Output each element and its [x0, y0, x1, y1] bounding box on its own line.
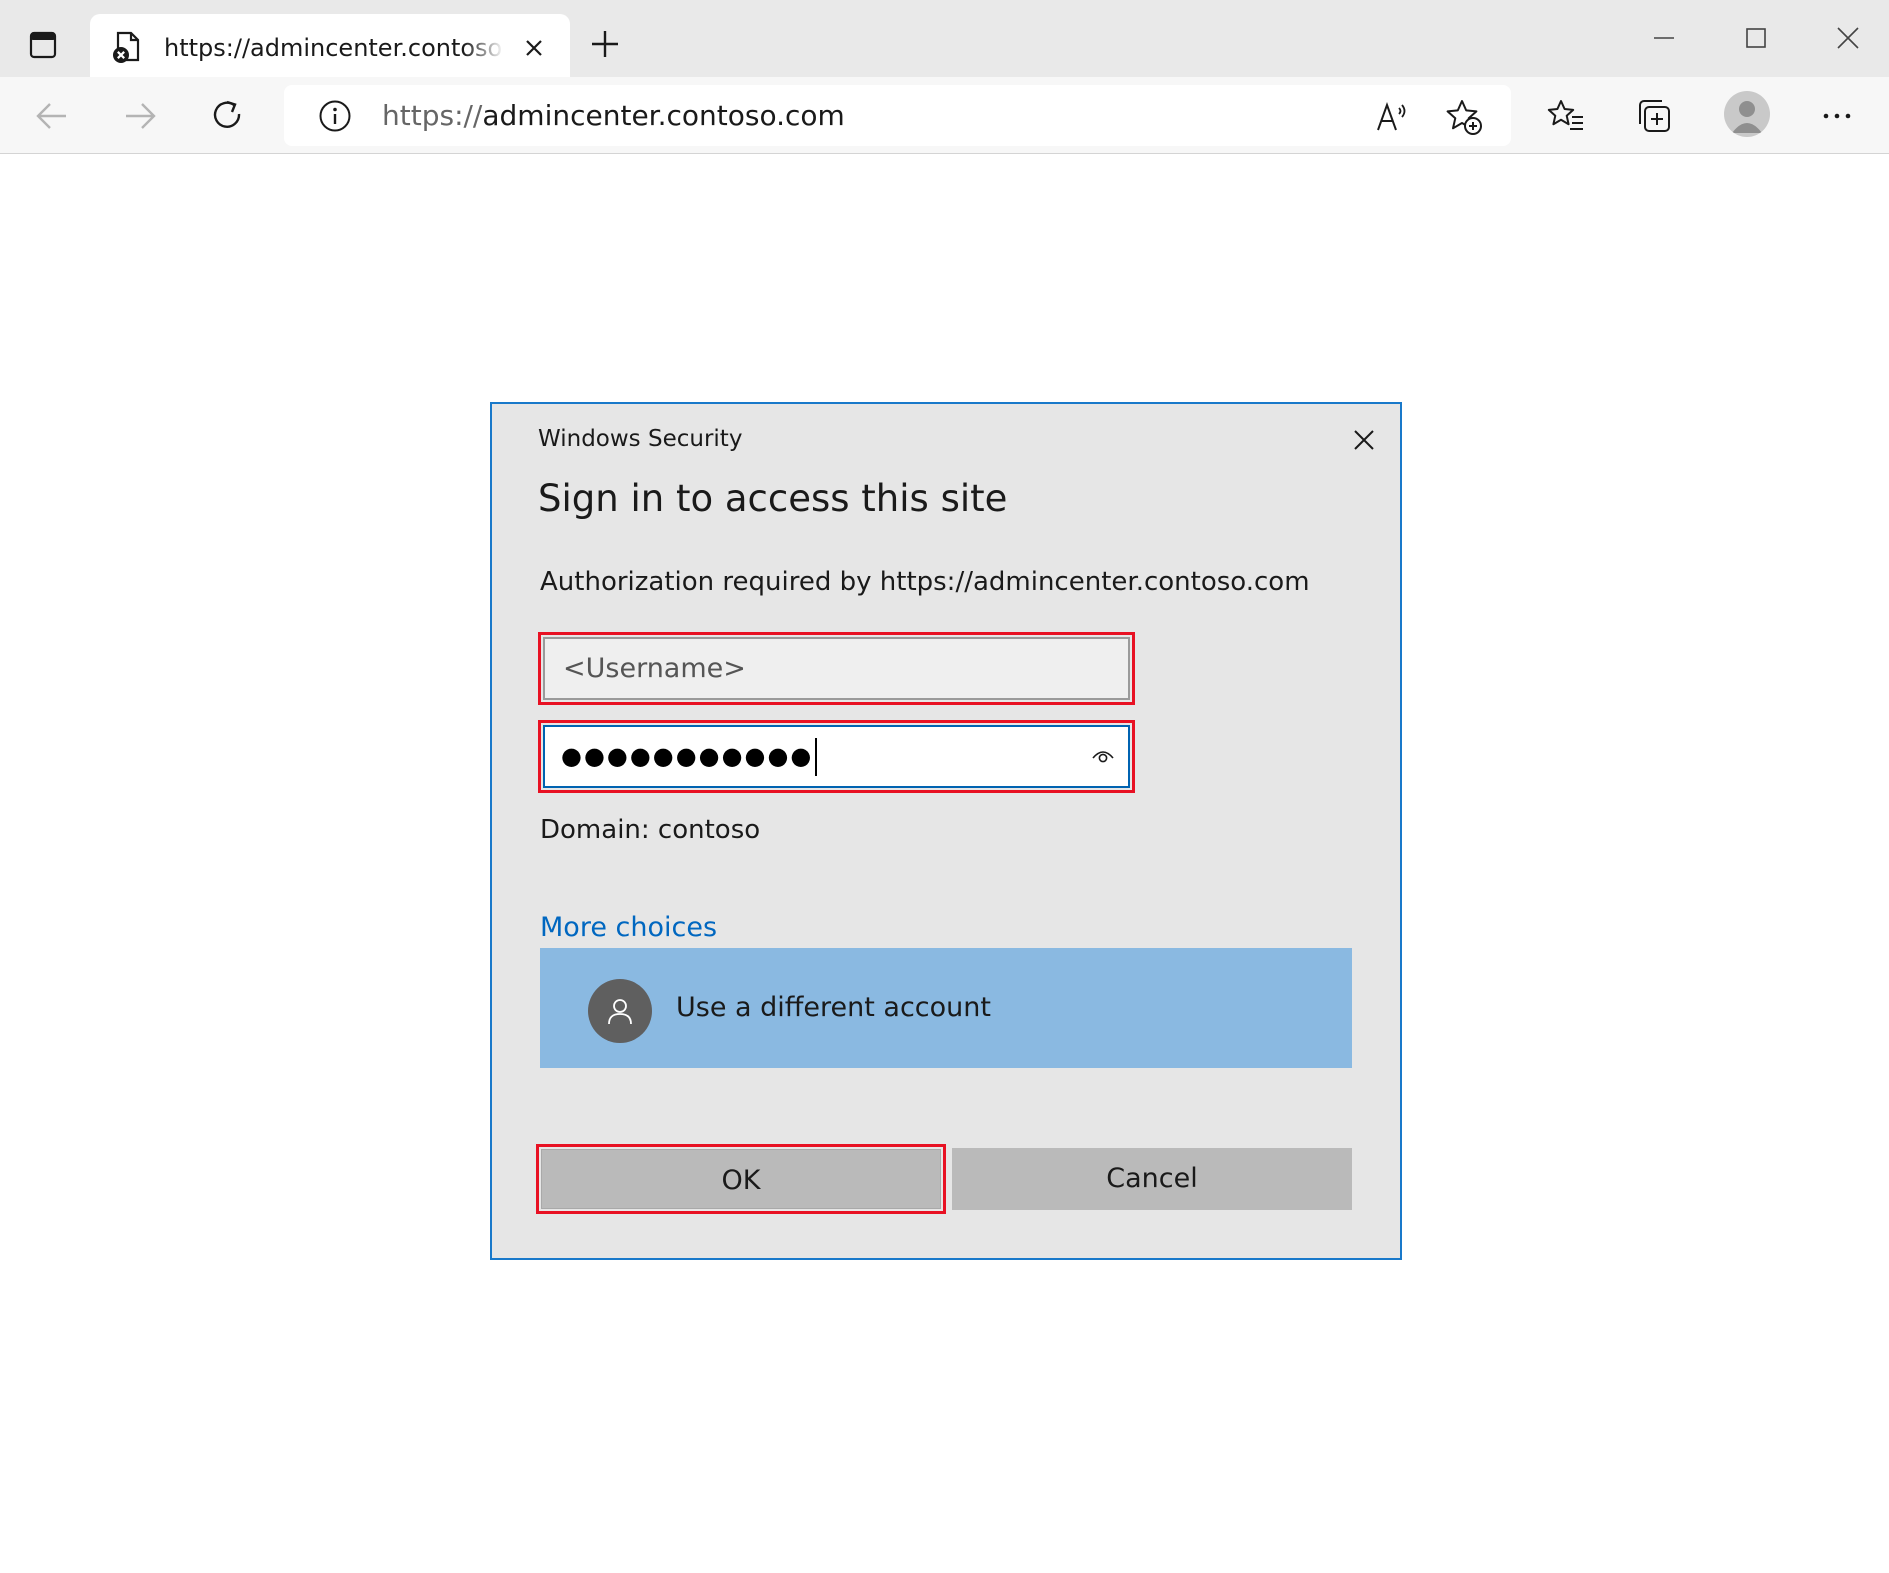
- account-avatar: [588, 979, 652, 1043]
- ok-button[interactable]: OK: [541, 1149, 941, 1209]
- forward-button[interactable]: [118, 94, 162, 138]
- collections-button[interactable]: [1632, 94, 1676, 138]
- password-input[interactable]: ●●●●●●●●●●●: [543, 725, 1130, 788]
- close-icon: [1837, 27, 1859, 49]
- maximize-icon: [1746, 28, 1766, 48]
- username-input[interactable]: [543, 637, 1130, 700]
- use-different-account-option[interactable]: Use a different account: [540, 948, 1352, 1068]
- settings-more-button[interactable]: [1815, 94, 1859, 138]
- read-aloud-button[interactable]: [1372, 97, 1412, 137]
- cancel-button[interactable]: Cancel: [952, 1148, 1352, 1210]
- arrow-right-icon: [126, 103, 156, 129]
- collections-icon: [1639, 100, 1670, 132]
- minimize-icon: [1654, 37, 1674, 39]
- profile-avatar[interactable]: [1724, 91, 1770, 137]
- domain-label: Domain: contoso: [540, 815, 761, 845]
- reveal-password-button[interactable]: [1088, 741, 1118, 771]
- close-icon: [526, 40, 542, 56]
- more-horizontal-icon: [1823, 113, 1851, 119]
- refresh-button[interactable]: [206, 94, 250, 138]
- url-host: admincenter.contoso.com: [482, 99, 845, 132]
- favorites-button[interactable]: [1544, 94, 1588, 138]
- tab-close-button[interactable]: [518, 32, 550, 64]
- address-bar[interactable]: https://admincenter.contoso.com: [284, 85, 1511, 146]
- more-choices-link[interactable]: More choices: [540, 910, 717, 946]
- person-icon: [1732, 101, 1762, 133]
- authorization-message: Authorization required by https://adminc…: [540, 567, 1310, 597]
- read-aloud-icon: [1377, 102, 1406, 131]
- info-icon: [319, 100, 351, 132]
- person-icon: [608, 999, 632, 1025]
- plus-icon: [592, 31, 618, 57]
- dialog-app-title: Windows Security: [538, 426, 743, 452]
- tab-actions-icon: [29, 31, 57, 59]
- tab-strip: https://admincenter.contoso.com: [0, 0, 1889, 77]
- star-add-icon: [1446, 100, 1482, 135]
- tab-title: https://admincenter.contoso.com: [164, 34, 504, 62]
- refresh-icon: [213, 100, 241, 128]
- favorites-list-icon: [1547, 100, 1583, 130]
- window-close-button[interactable]: [1818, 18, 1878, 58]
- browser-toolbar: https://admincenter.contoso.com: [0, 77, 1889, 154]
- tab-actions-button[interactable]: [22, 24, 64, 66]
- add-favorite-button[interactable]: [1444, 97, 1484, 137]
- text-caret: [815, 738, 818, 776]
- new-tab-button[interactable]: [585, 24, 625, 64]
- arrow-left-icon: [36, 103, 66, 129]
- page-error-icon: [113, 31, 140, 63]
- eye-icon: [1092, 751, 1114, 763]
- password-highlight: ●●●●●●●●●●●: [538, 720, 1135, 793]
- close-icon: [1354, 430, 1374, 450]
- active-tab[interactable]: https://admincenter.contoso.com: [90, 14, 570, 77]
- address-url[interactable]: https://admincenter.contoso.com: [382, 98, 845, 134]
- dialog-heading: Sign in to access this site: [538, 477, 1008, 520]
- windows-security-dialog: Windows Security Sign in to access this …: [490, 402, 1402, 1260]
- site-info-button[interactable]: [318, 99, 352, 133]
- maximize-button[interactable]: [1726, 18, 1786, 58]
- account-option-label: Use a different account: [676, 992, 991, 1023]
- minimize-button[interactable]: [1634, 18, 1694, 58]
- url-scheme: https://: [382, 99, 483, 132]
- dialog-close-button[interactable]: [1344, 420, 1384, 460]
- back-button[interactable]: [30, 94, 74, 138]
- username-highlight: [538, 632, 1135, 705]
- ok-highlight: OK: [536, 1144, 946, 1214]
- password-value: ●●●●●●●●●●●: [561, 736, 818, 776]
